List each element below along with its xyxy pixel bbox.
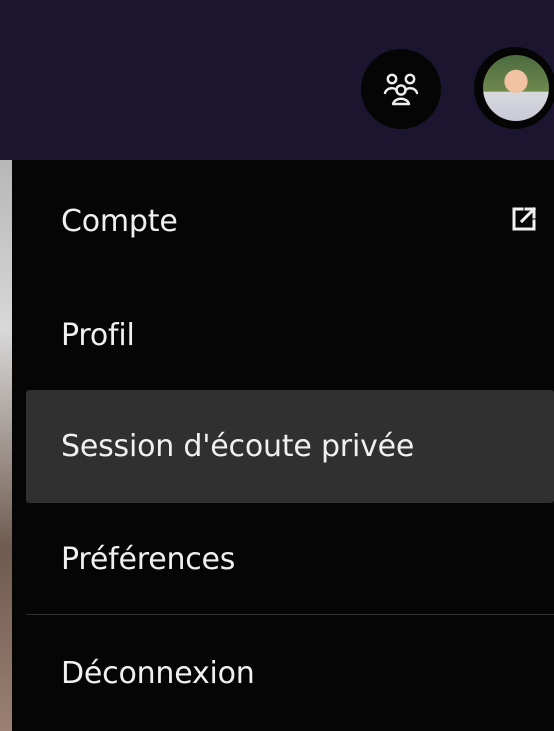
account-dropdown-menu: Compte Profil Session d'écoute privée Pr…: [12, 160, 554, 731]
external-link-icon: [512, 206, 537, 231]
menu-item-account[interactable]: Compte: [26, 160, 554, 282]
profile-avatar: [483, 55, 549, 121]
background-content-strip: [0, 160, 12, 731]
spotify-account-menu-screen: Compte Profil Session d'écoute privée Pr…: [0, 0, 554, 731]
menu-item-private-listening-session[interactable]: Session d'écoute privée: [26, 390, 554, 503]
menu-item-private-listening-session-label: Session d'écoute privée: [61, 429, 415, 464]
menu-item-logout[interactable]: Déconnexion: [26, 615, 554, 731]
profile-avatar-button[interactable]: [474, 47, 554, 129]
menu-item-profile-label: Profil: [61, 317, 135, 353]
menu-item-preferences-label: Préférences: [61, 542, 236, 577]
friends-activity-button[interactable]: [361, 49, 441, 129]
menu-item-account-label: Compte: [61, 203, 178, 239]
menu-item-preferences[interactable]: Préférences: [26, 505, 554, 614]
top-bar: [0, 0, 554, 163]
friends-activity-icon: [383, 73, 419, 106]
menu-item-logout-label: Déconnexion: [61, 655, 255, 691]
menu-item-profile[interactable]: Profil: [26, 282, 554, 388]
